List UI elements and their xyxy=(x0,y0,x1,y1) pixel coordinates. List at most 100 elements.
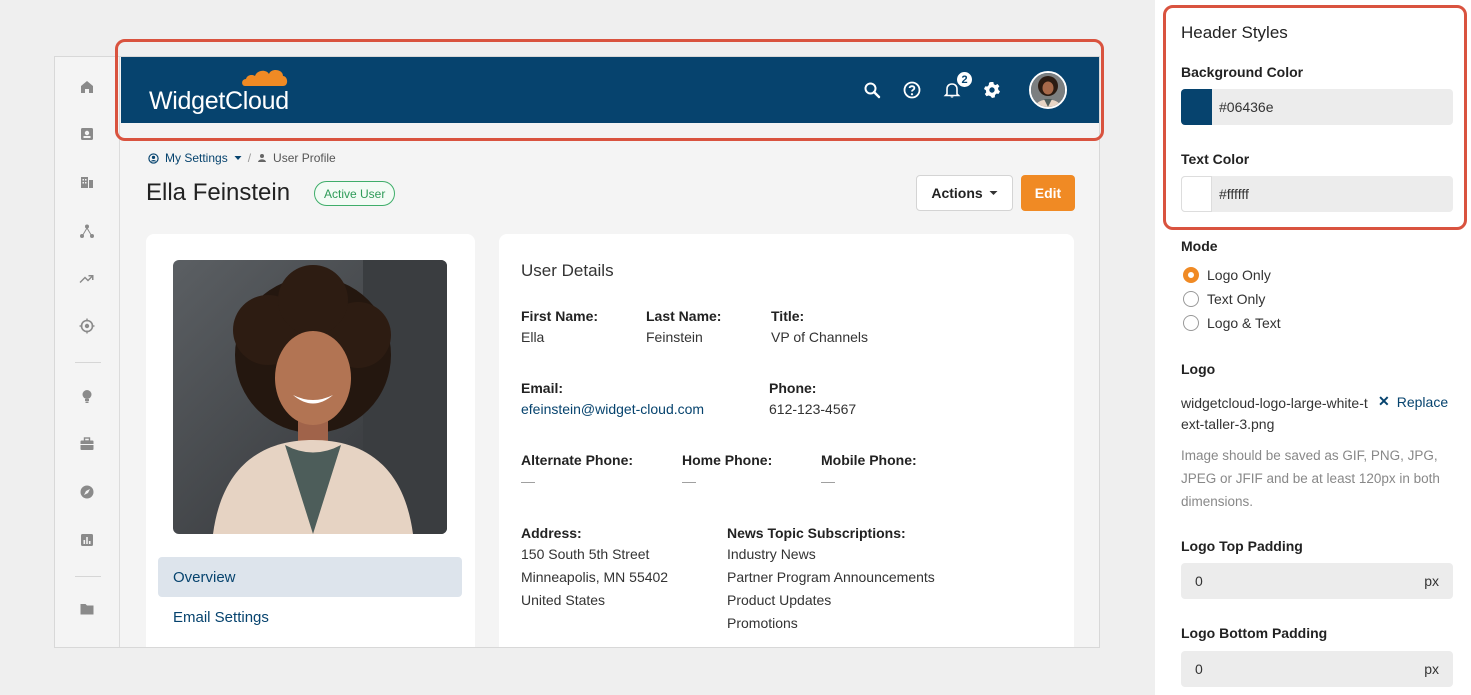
actions-label: Actions xyxy=(931,185,983,201)
close-icon[interactable]: ✕ xyxy=(1378,393,1390,410)
actions-button[interactable]: Actions xyxy=(916,175,1013,211)
logo-filename: widgetcloud-logo-large-white-text-taller… xyxy=(1181,395,1368,432)
phone-label: Phone: xyxy=(769,380,817,396)
home-icon[interactable] xyxy=(77,77,97,97)
contacts-icon[interactable] xyxy=(77,124,97,144)
compass-icon[interactable] xyxy=(77,482,97,502)
user-details-card: User Details First Name: Ella Last Name:… xyxy=(499,234,1074,647)
bottom-padding-value: 0 xyxy=(1195,661,1203,677)
mode-option-label: Logo Only xyxy=(1207,267,1271,283)
logo-label: Logo xyxy=(1181,361,1216,377)
first-name-value: Ella xyxy=(521,329,545,345)
trending-icon[interactable] xyxy=(77,269,97,289)
help-icon[interactable] xyxy=(901,79,923,101)
search-icon[interactable] xyxy=(861,79,883,101)
text-color-input[interactable]: #ffffff xyxy=(1181,176,1453,212)
news-topic: Promotions xyxy=(727,615,798,631)
breadcrumb-separator: / xyxy=(247,151,252,165)
replace-label: Replace xyxy=(1396,393,1449,410)
email-label: Email: xyxy=(521,380,564,396)
network-icon[interactable] xyxy=(77,221,97,241)
building-icon[interactable] xyxy=(77,172,97,192)
chart-icon[interactable] xyxy=(77,530,97,550)
title-value: VP of Channels xyxy=(771,329,869,345)
email-link[interactable]: efeinstein@widget-cloud.com xyxy=(521,398,704,421)
first-name-label: First Name: xyxy=(521,308,599,324)
news-subscriptions-field: News Topic Subscriptions: Industry News … xyxy=(727,523,935,635)
text-color-swatch[interactable] xyxy=(1181,176,1212,212)
folder-icon[interactable] xyxy=(77,599,97,619)
panel-heading: Header Styles xyxy=(1181,23,1288,42)
address-line: United States xyxy=(521,592,606,608)
bell-icon[interactable]: 2 xyxy=(941,71,973,101)
text-color-value: #ffffff xyxy=(1219,186,1249,202)
nav-item-overview[interactable]: Overview xyxy=(158,557,462,597)
news-topic: Product Updates xyxy=(727,592,832,608)
replace-logo-button[interactable]: ✕ Replace xyxy=(1378,393,1448,410)
main-content: My Settings / User Profile Ella Feinstei… xyxy=(121,123,1099,647)
mobile-phone-field: Mobile Phone: — xyxy=(821,450,917,493)
alt-phone-value: — xyxy=(521,473,535,489)
phone-field: Phone: 612-123-4567 xyxy=(769,378,856,421)
notification-badge: 2 xyxy=(956,71,973,88)
breadcrumb-my-settings[interactable]: My Settings xyxy=(165,151,228,165)
phone-value: 612-123-4567 xyxy=(769,401,857,417)
mode-option-label: Logo & Text xyxy=(1207,315,1281,331)
logo-help-text: Image should be saved as GIF, PNG, JPG, … xyxy=(1181,448,1440,509)
status-badge: Active User xyxy=(314,181,396,206)
mobile-phone-label: Mobile Phone: xyxy=(821,452,917,468)
breadcrumb: My Settings / User Profile xyxy=(148,151,336,165)
briefcase-icon[interactable] xyxy=(77,434,97,454)
last-name-label: Last Name: xyxy=(646,308,722,324)
user-avatar[interactable] xyxy=(1029,71,1067,109)
address-label: Address: xyxy=(521,525,582,541)
alt-phone-field: Alternate Phone: — xyxy=(521,450,633,493)
background-color-input[interactable]: #06436e xyxy=(1181,89,1453,125)
user-icon xyxy=(258,154,267,162)
title-label: Title: xyxy=(771,308,805,324)
logo-text: WidgetCloud xyxy=(149,87,289,115)
radio-button[interactable] xyxy=(1183,315,1199,331)
mode-option-text-only[interactable]: Text Only xyxy=(1183,291,1265,307)
background-color-swatch[interactable] xyxy=(1181,89,1212,125)
top-padding-value: 0 xyxy=(1195,573,1203,589)
icon-rail xyxy=(55,57,120,647)
profile-card: Overview Email Settings xyxy=(146,234,475,647)
mode-option-logo-only[interactable]: Logo Only xyxy=(1183,267,1271,283)
news-topic: Partner Program Announcements xyxy=(727,569,935,585)
radio-button[interactable] xyxy=(1183,267,1199,283)
background-color-label: Background Color xyxy=(1181,64,1304,80)
mode-option-logo-and-text[interactable]: Logo & Text xyxy=(1183,315,1281,331)
news-subscriptions-label: News Topic Subscriptions: xyxy=(727,525,906,541)
title-field: Title: VP of Channels xyxy=(771,306,868,349)
unit-label: px xyxy=(1424,661,1439,677)
last-name-field: Last Name: Feinstein xyxy=(646,306,721,349)
home-phone-label: Home Phone: xyxy=(682,452,773,468)
caret-down-icon[interactable] xyxy=(234,155,242,161)
caret-down-icon xyxy=(989,191,998,195)
app-header: WidgetCloud 2 xyxy=(121,57,1099,123)
email-field: Email: efeinstein@widget-cloud.com xyxy=(521,378,704,421)
edit-button[interactable]: Edit xyxy=(1021,175,1075,211)
logo-bottom-padding-input[interactable]: 0 px xyxy=(1181,651,1453,687)
text-color-label: Text Color xyxy=(1181,151,1250,167)
home-phone-value: — xyxy=(682,473,696,489)
news-topic: Industry News xyxy=(727,546,816,562)
first-name-field: First Name: Ella xyxy=(521,306,598,349)
logo-top-padding-label: Logo Top Padding xyxy=(1181,538,1303,554)
mode-option-label: Text Only xyxy=(1207,291,1266,307)
radio-button[interactable] xyxy=(1183,291,1199,307)
breadcrumb-current: User Profile xyxy=(273,151,336,165)
header-styles-panel: Header Styles Background Color #06436e T… xyxy=(1155,0,1471,695)
header-logo[interactable]: WidgetCloud xyxy=(149,65,289,117)
profile-photo xyxy=(173,260,447,534)
user-details-title: User Details xyxy=(521,261,614,280)
gear-icon[interactable] xyxy=(981,79,1003,101)
address-field: Address: 150 South 5th Street Minneapoli… xyxy=(521,523,668,612)
user-circle-icon xyxy=(148,152,159,164)
lightbulb-icon[interactable] xyxy=(77,386,97,406)
home-phone-field: Home Phone: — xyxy=(682,450,772,493)
target-icon[interactable] xyxy=(77,316,97,336)
nav-item-email-settings[interactable]: Email Settings xyxy=(158,597,462,637)
logo-top-padding-input[interactable]: 0 px xyxy=(1181,563,1453,599)
